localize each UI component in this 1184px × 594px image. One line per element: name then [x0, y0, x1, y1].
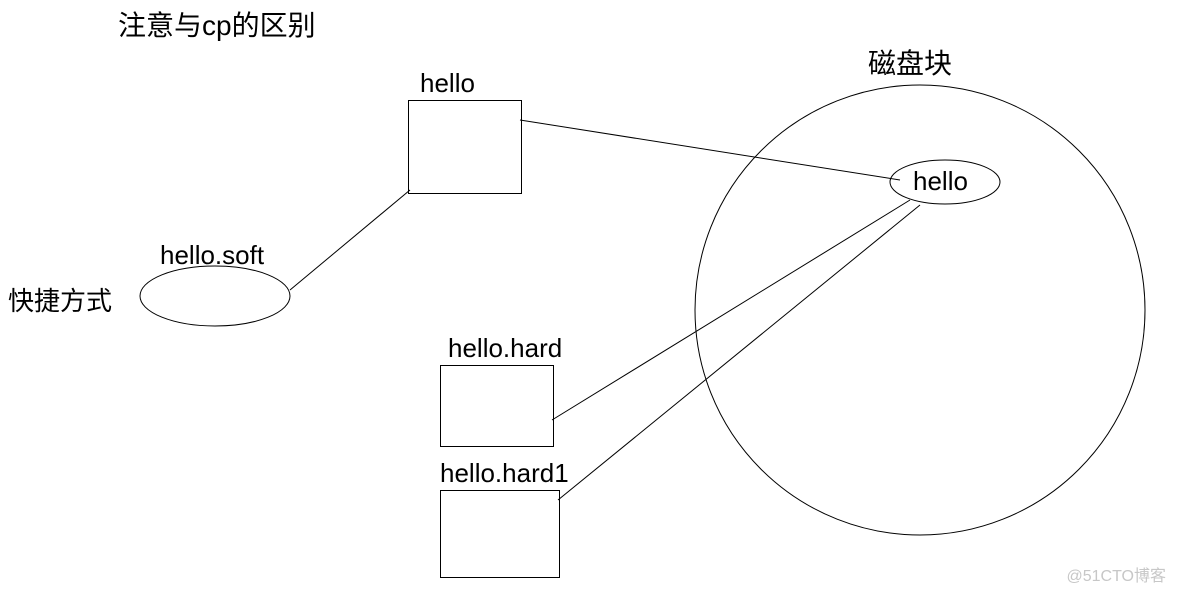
line-hard-to-disk	[552, 200, 910, 420]
hello-soft-label: hello.soft	[160, 242, 264, 268]
line-hard1-to-disk	[558, 205, 920, 500]
box-hello-hard	[440, 365, 554, 447]
line-hello-to-disk	[520, 120, 900, 180]
disk-circle	[695, 85, 1145, 535]
soft-ellipse	[140, 266, 290, 326]
svg-layer	[0, 0, 1184, 594]
hello-label: hello	[420, 70, 475, 96]
diagram-title: 注意与cp的区别	[118, 12, 316, 40]
diagram-canvas: 注意与cp的区别 hello hello.soft 快捷方式 hello.har…	[0, 0, 1184, 594]
watermark: @51CTO博客	[1066, 562, 1166, 586]
shortcut-label: 快捷方式	[8, 288, 112, 314]
disk-header-label: 磁盘块	[868, 50, 952, 78]
box-hello	[408, 100, 522, 194]
hello-hard1-label: hello.hard1	[440, 460, 569, 486]
disk-inner-hello-label: hello	[913, 168, 968, 194]
box-hello-hard1	[440, 490, 560, 578]
hello-hard-label: hello.hard	[448, 335, 562, 361]
line-soft-to-hello	[290, 190, 410, 290]
